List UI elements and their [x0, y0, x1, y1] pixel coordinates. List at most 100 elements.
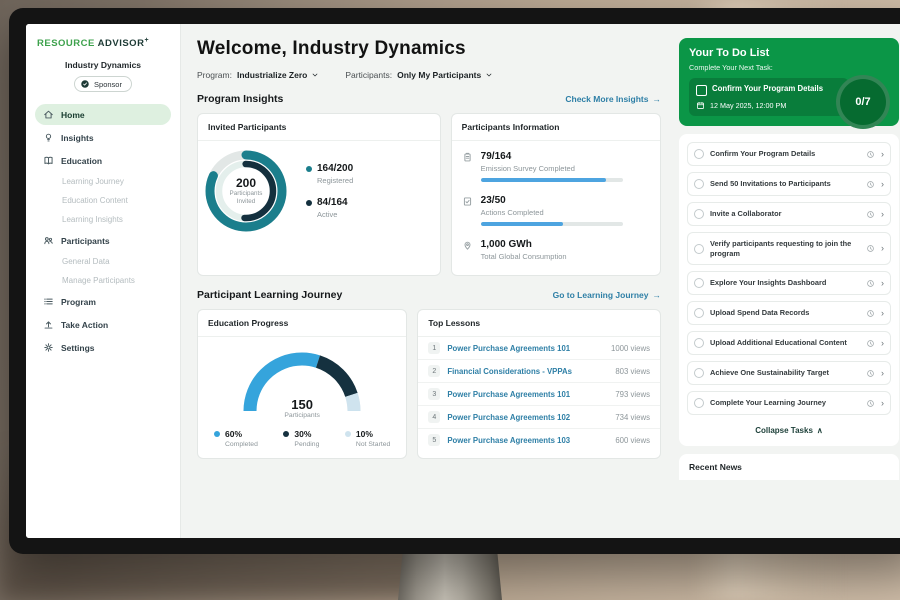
gear-icon	[43, 342, 54, 353]
lightbulb-icon	[43, 132, 54, 143]
due-date: 12 May 2025, 12:00 PM	[710, 101, 786, 110]
sidebar-item-learning-insights[interactable]: Learning Insights	[35, 211, 171, 228]
task-checkbox[interactable]	[694, 244, 704, 254]
collapse-label: Collapse Tasks	[755, 426, 813, 435]
sidebar-item-program[interactable]: Program	[35, 291, 171, 312]
sidebar-item-settings[interactable]: Settings	[35, 337, 171, 358]
participants-select[interactable]: Only My Participants	[397, 70, 493, 80]
lesson-link[interactable]: Power Purchase Agreements 103	[447, 436, 608, 445]
clock-icon	[866, 369, 875, 378]
clock-icon	[866, 150, 875, 159]
program-select[interactable]: Industrialize Zero	[237, 70, 319, 80]
legend-value: 60%	[225, 429, 242, 439]
task-checkbox[interactable]	[694, 368, 704, 378]
location-pin-icon	[462, 240, 473, 251]
insights-cards-row: Invited Participants 200 Participants In…	[197, 113, 661, 276]
card-title: Education Progress	[198, 310, 406, 337]
lesson-row: 1 Power Purchase Agreements 101 1000 vie…	[418, 337, 660, 360]
sidebar-item-label: Manage Participants	[62, 276, 135, 285]
lesson-views: 793 views	[615, 390, 650, 399]
lesson-link[interactable]: Power Purchase Agreements 101	[447, 390, 608, 399]
legend-label: Registered	[317, 176, 353, 185]
sidebar-item-learning-journey[interactable]: Learning Journey	[35, 173, 171, 190]
sidebar-item-take-action[interactable]: Take Action	[35, 314, 171, 335]
sidebar-item-manage-participants[interactable]: Manage Participants	[35, 272, 171, 289]
lesson-link[interactable]: Power Purchase Agreements 102	[447, 413, 608, 422]
task-row-upload-spend-data[interactable]: Upload Spend Data Records ›	[687, 301, 891, 325]
task-row-upload-educational-content[interactable]: Upload Additional Educational Content ›	[687, 331, 891, 355]
clock-icon	[866, 339, 875, 348]
task-row-achieve-sustainability-target[interactable]: Achieve One Sustainability Target ›	[687, 361, 891, 385]
legend-dot	[306, 200, 312, 206]
donut-center-value: 200	[236, 176, 256, 190]
invited-participants-card: Invited Participants 200 Participants In…	[197, 113, 441, 276]
lesson-row: 4 Power Purchase Agreements 102 734 view…	[418, 406, 660, 429]
task-row-confirm-program[interactable]: Confirm Your Program Details ›	[687, 142, 891, 166]
collapse-tasks-link[interactable]: Collapse Tasks ∧	[687, 421, 891, 442]
sponsor-badge[interactable]: Sponsor	[74, 76, 132, 92]
legend-label: Completed	[225, 441, 258, 448]
lesson-rank: 3	[428, 388, 440, 400]
task-checkbox[interactable]	[694, 338, 704, 348]
lesson-row: 5 Power Purchase Agreements 103 600 view…	[418, 429, 660, 451]
sidebar-item-insights[interactable]: Insights	[35, 127, 171, 148]
task-checkbox[interactable]	[694, 278, 704, 288]
task-checkbox[interactable]	[694, 398, 704, 408]
logo-plus: +	[144, 37, 149, 44]
task-row-send-invitations[interactable]: Send 50 Invitations to Participants ›	[687, 172, 891, 196]
go-to-learning-journey-link[interactable]: Go to Learning Journey →	[553, 290, 661, 300]
task-row-invite-collaborator[interactable]: Invite a Collaborator ›	[687, 202, 891, 226]
legend-value: 164/200	[317, 163, 353, 174]
legend-value: 30%	[294, 429, 311, 439]
task-label: Complete Your Learning Journey	[710, 398, 860, 408]
calendar-icon	[696, 101, 705, 110]
legend-label: Not Started	[356, 441, 390, 448]
tasks-list-card: Confirm Your Program Details › Send 50 I…	[679, 134, 899, 446]
sidebar-item-education[interactable]: Education	[35, 150, 171, 171]
task-checkbox[interactable]	[694, 308, 704, 318]
task-checkbox[interactable]	[694, 179, 704, 189]
legend-dot	[214, 431, 220, 437]
top-lessons-card: Top Lessons 1 Power Purchase Agreements …	[417, 309, 661, 459]
gauge-center-value: 150	[236, 397, 368, 412]
task-checkbox[interactable]	[694, 209, 704, 219]
sidebar-item-participants[interactable]: Participants	[35, 230, 171, 251]
check-more-insights-link[interactable]: Check More Insights →	[565, 94, 661, 104]
donut-center-label: Participants Invited	[223, 190, 269, 206]
lesson-link[interactable]: Financial Considerations - VPPAs	[447, 367, 608, 376]
next-task-checkbox[interactable]	[696, 85, 707, 96]
program-filter: Program: Industrialize Zero	[197, 70, 319, 80]
sidebar-item-general-data[interactable]: General Data	[35, 253, 171, 270]
list-icon	[43, 296, 54, 307]
learning-journey-header: Participant Learning Journey Go to Learn…	[197, 289, 661, 301]
sidebar-nav: Home Insights Education Learning Journey…	[35, 104, 171, 358]
recent-news-header[interactable]: Recent News	[679, 454, 899, 480]
main-content: Welcome, Industry Dynamics Program: Indu…	[181, 24, 675, 538]
sidebar-item-label: Learning Journey	[62, 177, 124, 186]
legend-dot	[283, 431, 289, 437]
task-row-complete-learning-journey[interactable]: Complete Your Learning Journey ›	[687, 391, 891, 415]
sidebar-item-education-content[interactable]: Education Content	[35, 192, 171, 209]
stat-actions-completed: 23/50 Actions Completed	[462, 195, 650, 226]
stat-value: 79/164	[481, 151, 623, 162]
monitor-frame: RESOURCE ADVISOR+ Industry Dynamics Spon…	[9, 8, 900, 554]
legend-item-completed: 60% Completed	[214, 429, 258, 448]
lesson-row: 3 Power Purchase Agreements 101 793 view…	[418, 383, 660, 406]
organization-name: Industry Dynamics	[35, 60, 171, 70]
task-checkbox[interactable]	[694, 149, 704, 159]
actions-progress-bar	[481, 222, 623, 226]
chevron-right-icon: ›	[881, 309, 884, 318]
task-row-explore-insights[interactable]: Explore Your Insights Dashboard ›	[687, 271, 891, 295]
stat-value: 23/50	[481, 195, 623, 206]
lessons-list: 1 Power Purchase Agreements 101 1000 vie…	[418, 337, 660, 451]
program-filter-label: Program:	[197, 70, 232, 80]
chevron-right-icon: ›	[881, 150, 884, 159]
sidebar-item-label: Education	[61, 156, 102, 166]
arrow-right-icon: →	[653, 94, 662, 104]
todo-title: Your To Do List	[689, 47, 889, 59]
lesson-link[interactable]: Power Purchase Agreements 101	[447, 344, 604, 353]
task-row-verify-participants[interactable]: Verify participants requesting to join t…	[687, 232, 891, 265]
task-label: Verify participants requesting to join t…	[710, 239, 860, 258]
education-gauge-chart: 150 Participants	[236, 349, 368, 419]
sidebar-item-home[interactable]: Home	[35, 104, 171, 125]
